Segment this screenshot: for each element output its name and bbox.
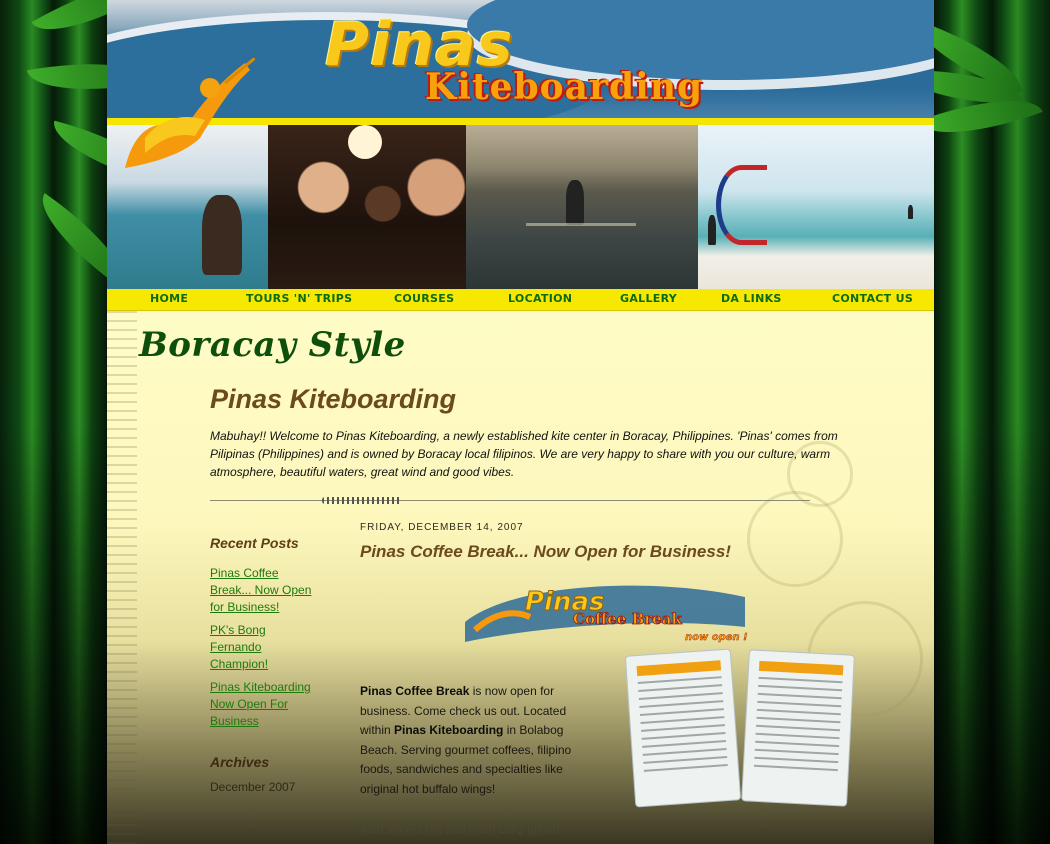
palm-leaf [31, 0, 107, 52]
wake-line [526, 223, 636, 226]
post-body-bold: Pinas Kiteboarding [394, 723, 504, 737]
nav-tours-n-trips[interactable]: TOURS 'N' TRIPS [246, 292, 352, 305]
post-body-bold: Pinas Coffee Break [360, 684, 470, 698]
kitesurfer-silhouette [566, 180, 584, 225]
nav-contact-us[interactable]: CONTACT US [832, 292, 913, 305]
photo-beach-kite [698, 125, 934, 289]
person-figure [202, 195, 242, 275]
coffee-break-banner-art: Pinas Coffee Break now open ! [465, 585, 748, 643]
bamboo-left-panel [0, 0, 107, 844]
sidebar: Recent Posts Pinas Coffee Break... Now O… [210, 535, 320, 794]
grunge-edge [107, 311, 137, 844]
divider-ornament [322, 497, 402, 504]
content-area: Boracay Style Pinas Kiteboarding Mabuhay… [107, 311, 934, 844]
divider [210, 500, 810, 501]
intro-text: Mabuhay!! Welcome to Pinas Kiteboarding,… [210, 429, 838, 479]
post-date: FRIDAY, DECEMBER 14, 2007 [360, 522, 524, 533]
photo-kitesurfer-sunset [466, 125, 698, 289]
post-body: Pinas Coffee Break is now open for busin… [360, 682, 600, 799]
kite-shape [716, 165, 767, 245]
archive-link[interactable]: December 2007 [210, 780, 320, 794]
coffee-menu-image[interactable] [624, 648, 860, 812]
blog-post: FRIDAY, DECEMBER 14, 2007 Pinas Coffee B… [360, 522, 855, 836]
nav-da-links[interactable]: DA LINKS [721, 292, 782, 305]
archives-heading: Archives [210, 754, 270, 770]
logo-kiteboarding[interactable]: Kiteboarding [425, 66, 703, 108]
main-column: Pinas Kiteboarding HOME TOURS 'N' TRIPS … [107, 0, 934, 844]
post-title[interactable]: Pinas Coffee Break... Now Open for Busin… [360, 542, 830, 562]
palm-leaf [27, 49, 107, 104]
recent-post-link[interactable]: PK's Bong Fernando Champion! [210, 622, 320, 673]
bamboo-right-panel [934, 0, 1050, 844]
person-figure [908, 205, 913, 219]
menu-card [741, 649, 855, 807]
photo-friends-group [268, 125, 466, 289]
main-nav: HOME TOURS 'N' TRIPS COURSES LOCATION GA… [107, 289, 934, 311]
recent-posts-heading: Recent Posts [210, 535, 299, 551]
nav-location[interactable]: LOCATION [508, 292, 572, 305]
menu-card [624, 648, 742, 808]
recent-post-link[interactable]: Pinas Coffee Break... Now Open for Busin… [210, 565, 320, 616]
banner-now-open-text: now open ! [685, 632, 748, 643]
lamp-light [348, 125, 382, 159]
palm-leaf [45, 120, 107, 185]
coffee-break-banner: Pinas Coffee Break now open ! [455, 572, 755, 652]
palm-leaf [25, 193, 107, 290]
nav-gallery[interactable]: GALLERY [620, 292, 677, 305]
banner-coffee-break-text: Coffee Break [573, 610, 682, 628]
site-title: Pinas Kiteboarding [210, 384, 457, 414]
nav-courses[interactable]: COURSES [394, 292, 454, 305]
tagline: Boracay Style [139, 325, 406, 365]
person-figure [708, 215, 716, 245]
post-body-continued: Also serves hot and fresh BBQ grilled [360, 822, 560, 836]
kiteboarder-logo-icon [125, 58, 255, 168]
recent-post-link[interactable]: Pinas Kiteboarding Now Open For Business [210, 679, 320, 730]
nav-home[interactable]: HOME [150, 292, 188, 305]
